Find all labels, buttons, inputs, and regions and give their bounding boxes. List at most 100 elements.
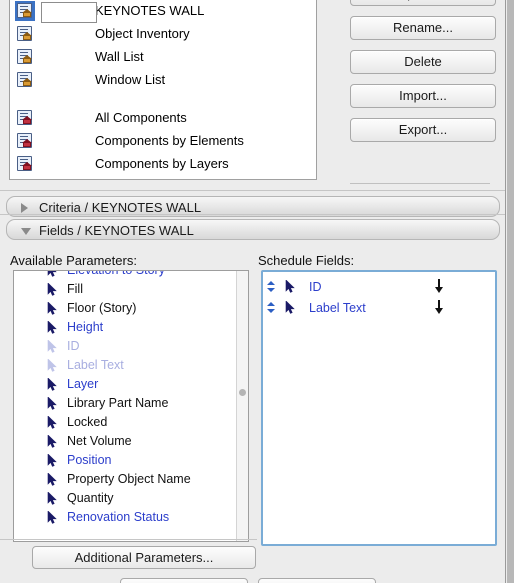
list-item[interactable]: Window List [10, 68, 316, 91]
list-item[interactable]: All Components [10, 106, 316, 129]
list-item-label: Position [67, 453, 112, 467]
schedule-document-icon [16, 1, 34, 20]
clipped-button-right[interactable] [258, 578, 376, 583]
list-item-label: Library Part Name [67, 396, 169, 410]
additional-parameters-button[interactable]: Additional Parameters... [32, 546, 256, 569]
list-item[interactable]: Property Object Name [14, 470, 248, 489]
pointer-cursor-icon [47, 302, 59, 315]
pointer-cursor-icon [47, 416, 59, 429]
pointer-cursor-icon [47, 397, 59, 410]
schedule-fields-label: Schedule Fields: [258, 253, 355, 268]
available-parameters-rows: Elevation to Story Fill Floor (Story) He… [14, 270, 248, 527]
triangle-right-icon [21, 203, 28, 213]
pointer-cursor-icon [285, 279, 297, 293]
list-item[interactable]: Object Inventory [10, 22, 316, 45]
pointer-cursor-icon [47, 473, 59, 486]
scheme-settings-dialog: KEYNOTES WALL Object Inventory Wall List… [0, 0, 514, 583]
window-scrollbar[interactable] [505, 0, 514, 583]
scheme-list[interactable]: KEYNOTES WALL Object Inventory Wall List… [9, 0, 317, 180]
list-item-label: Fill [67, 282, 83, 296]
scheme-action-buttons: Duplicate... Rename... Delete Import... … [350, 0, 496, 152]
pointer-cursor-icon [47, 283, 59, 296]
list-item[interactable]: Fill [14, 280, 248, 299]
component-document-icon [16, 155, 34, 173]
rename-button[interactable]: Rename... [350, 16, 496, 40]
list-item-label: Window List [95, 72, 166, 87]
pointer-cursor-icon [47, 340, 59, 353]
list-item[interactable]: Wall List [10, 45, 316, 68]
descending-arrow-icon[interactable] [433, 300, 444, 315]
list-item-label: ID [67, 339, 80, 353]
list-item: ID [14, 337, 248, 356]
list-item[interactable]: Components by Layers [10, 152, 316, 175]
delete-button[interactable]: Delete [350, 50, 496, 74]
scrollbar-thumb[interactable] [507, 0, 514, 583]
component-document-icon [16, 132, 34, 150]
list-item[interactable]: Library Part Name [14, 394, 248, 413]
list-item-label: Components by Elements [95, 133, 244, 148]
pointer-cursor-icon [47, 321, 59, 334]
list-item-label: Property Object Name [67, 472, 191, 486]
pointer-cursor-icon [285, 300, 297, 314]
component-document-icon [16, 109, 34, 127]
export-button[interactable]: Export... [350, 118, 496, 142]
scheme-name-input[interactable] [41, 2, 97, 23]
schedule-document-icon [16, 48, 34, 66]
clipped-button-left[interactable] [120, 578, 248, 583]
table-row[interactable]: ID [263, 276, 495, 297]
import-button[interactable]: Import... [350, 84, 496, 108]
table-row[interactable]: Label Text [263, 297, 495, 318]
pointer-cursor-icon [47, 435, 59, 448]
list-item-label: Locked [67, 415, 108, 429]
list-item[interactable]: Elevation to Story [14, 270, 248, 280]
list-item[interactable]: Net Volume [14, 432, 248, 451]
list-item[interactable]: Renovation Status [14, 508, 248, 527]
pointer-cursor-icon [47, 359, 59, 372]
list-item-label: Components by Layers [95, 156, 229, 171]
available-parameters-label: Available Parameters: [10, 253, 137, 268]
duplicate-button[interactable]: Duplicate... [350, 0, 496, 6]
list-item-label: Wall List [95, 49, 144, 64]
pointer-cursor-icon [47, 271, 59, 277]
list-item-label: Renovation Status [67, 510, 170, 524]
pointer-cursor-icon [47, 492, 59, 505]
available-list-scrollbar[interactable] [236, 271, 248, 541]
list-item-label: KEYNOTES WALL [95, 3, 205, 18]
list-item[interactable]: Position [14, 451, 248, 470]
reorder-handle-icon[interactable] [267, 301, 276, 314]
triangle-down-icon [21, 228, 31, 235]
list-item-label: Label Text [67, 358, 124, 372]
divider [0, 190, 506, 191]
list-item[interactable]: Components by Elements [10, 129, 316, 152]
schedule-document-icon [16, 25, 34, 43]
list-item[interactable]: Locked [14, 413, 248, 432]
list-item-label: Height [67, 320, 104, 334]
list-item-label: Floor (Story) [67, 301, 137, 315]
list-item-label: Object Inventory [95, 26, 190, 41]
pointer-cursor-icon [47, 511, 59, 524]
available-parameters-list[interactable]: Elevation to Story Fill Floor (Story) He… [13, 270, 249, 542]
reorder-handle-icon[interactable] [267, 280, 276, 293]
list-item-label: Elevation to Story [67, 270, 165, 277]
pointer-cursor-icon [47, 454, 59, 467]
list-item-label: Quantity [67, 491, 114, 505]
table-row-label: ID [309, 279, 322, 294]
divider [350, 183, 490, 184]
descending-arrow-icon[interactable] [433, 279, 444, 294]
divider [0, 214, 506, 215]
section-header-fields-label: Fields / KEYNOTES WALL [39, 223, 194, 238]
list-item[interactable]: Height [14, 318, 248, 337]
pointer-cursor-icon [47, 378, 59, 391]
list-item[interactable]: Floor (Story) [14, 299, 248, 318]
section-header-fields[interactable]: Fields / KEYNOTES WALL [6, 219, 500, 240]
list-item[interactable]: Layer [14, 375, 248, 394]
list-item-label: Layer [67, 377, 99, 391]
list-item-label: All Components [95, 110, 187, 125]
list-item[interactable]: Quantity [14, 489, 248, 508]
list-item[interactable]: KEYNOTES WALL [10, 0, 316, 23]
list-item-label: Net Volume [67, 434, 132, 448]
scrollbar-thumb[interactable] [239, 389, 246, 396]
schedule-fields-list[interactable]: ID Label Text [261, 270, 497, 546]
table-row-label: Label Text [309, 300, 366, 315]
divider [0, 539, 257, 540]
